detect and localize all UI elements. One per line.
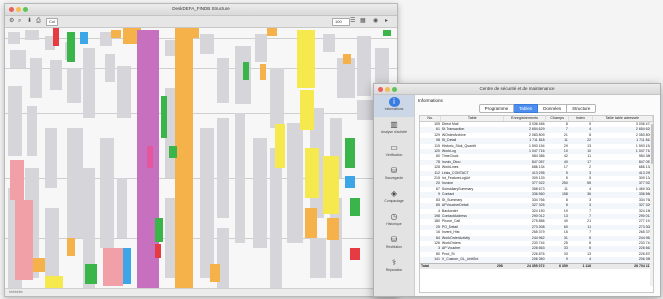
structure-toolbar: ⚙ ⌕ ⬇ ⎙ Col 100 ☰ ▦ ◉ ▸: [5, 16, 397, 28]
table-total-row: Total 298 24 355 072 6 359 1 116 26 704 117: [420, 262, 653, 269]
zoom-field[interactable]: 100: [332, 18, 350, 26]
info-icon: i: [388, 97, 400, 107]
tab-programme[interactable]: Programme: [478, 104, 515, 113]
eye-icon[interactable]: ◉: [373, 18, 378, 25]
more-icon[interactable]: ▸: [385, 18, 388, 25]
structure-titlebar: DeskDEFA_FINDB Structure: [5, 4, 397, 16]
maintenance-titlebar: Centre de sécurité et de maintenance: [374, 84, 660, 95]
restore-icon: ⛁: [390, 235, 398, 244]
sidebar-item-verification[interactable]: ▭ Vérification: [374, 141, 414, 163]
sidebar-item-reparation[interactable]: ⚕ Réparation: [374, 256, 414, 278]
sidebar-item-analyse[interactable]: ▥ Analyse d'activité: [374, 118, 414, 140]
sidebar-item-label: Sauvegarde: [384, 176, 404, 180]
statusbar-text: bbbbbbb: [9, 290, 23, 294]
maintenance-content: Informations Programme Tables Données Struc…: [415, 95, 660, 296]
tab-tables[interactable]: Tables: [514, 104, 539, 113]
structure-window: DeskDEFA_FINDB Structure ⚙ ⌕ ⬇ ⎙ Col 100…: [4, 3, 398, 297]
settings-icon[interactable]: ⚙: [9, 18, 14, 25]
total-cell: 26 704 117: [592, 262, 653, 269]
verification-icon: ▭: [390, 143, 398, 152]
sidebar-item-label: Restitution: [385, 245, 403, 249]
sidebar-item-historique[interactable]: ◷ Historique: [374, 210, 414, 232]
total-cell: 1 116: [568, 262, 593, 269]
sidebar-item-label: Réparation: [385, 268, 403, 272]
sidebar-item-sauvegarde[interactable]: ⛁ Sauvegarde: [374, 164, 414, 186]
sidebar-item-informations[interactable]: i Informations: [374, 95, 414, 117]
maintenance-window-title: Centre de sécurité et de maintenance: [479, 86, 555, 91]
compact-icon: ◈: [390, 189, 398, 198]
download-icon[interactable]: ⬇: [27, 18, 32, 25]
sidebar-item-restitution[interactable]: ⛁ Restitution: [374, 233, 414, 255]
filter-icon[interactable]: ▦: [360, 18, 366, 25]
list-icon[interactable]: ☰: [350, 18, 355, 25]
tab-structure[interactable]: Structure: [567, 104, 597, 113]
maintenance-sidebar: i Informations ▥ Analyse d'activité ▭ Vé…: [374, 95, 415, 296]
structure-statusbar: bbbbbbb: [5, 288, 397, 296]
maintenance-window: Centre de sécurité et de maintenance i I…: [373, 83, 661, 297]
sidebar-item-label: Analyse d'activité: [380, 130, 408, 134]
structure-canvas[interactable]: [5, 28, 397, 289]
total-cell: 24 355 072: [503, 262, 546, 269]
sidebar-item-compactage[interactable]: ◈ Compactage: [374, 187, 414, 209]
print-icon[interactable]: ⎙: [36, 18, 41, 25]
analysis-icon: ▥: [390, 120, 398, 129]
total-cell: Total: [420, 262, 441, 269]
repair-icon: ⚕: [391, 258, 397, 267]
history-icon: ◷: [390, 212, 398, 221]
section-title: Informations: [418, 98, 443, 103]
total-cell: 6 359: [545, 262, 569, 269]
backup-icon: ⛁: [390, 166, 398, 175]
tab-bar: Programme Tables Données Structure: [415, 104, 660, 113]
tables-table[interactable]: No. Table Enregistrements Champs Index T…: [419, 115, 654, 293]
table-scrollbar[interactable]: [650, 122, 653, 286]
scroll-thumb[interactable]: [650, 124, 653, 164]
structure-window-title: DeskDEFA_FINDB Structure: [172, 6, 230, 11]
sidebar-item-label: Vérification: [385, 153, 403, 157]
search-icon[interactable]: ⌕: [18, 18, 21, 25]
sidebar-item-label: Informations: [384, 107, 404, 111]
sidebar-item-label: Compactage: [384, 199, 404, 203]
layout-selector[interactable]: Col: [46, 18, 59, 26]
total-cell: 298: [440, 262, 504, 269]
tab-donnees[interactable]: Données: [538, 104, 568, 113]
sidebar-item-label: Historique: [386, 222, 402, 226]
